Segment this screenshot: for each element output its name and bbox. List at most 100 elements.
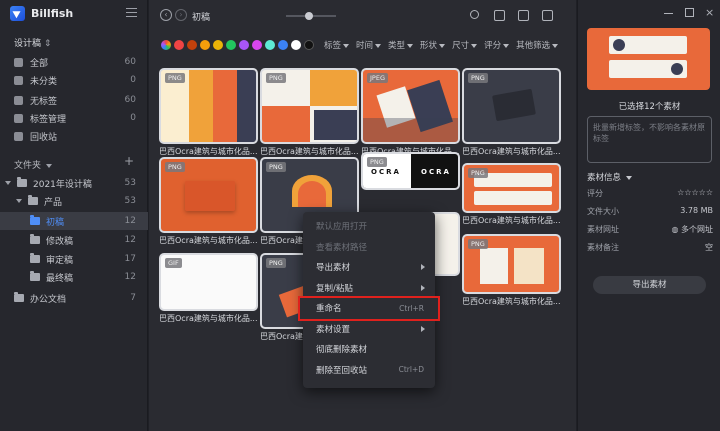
color-swatch[interactable] [187,40,197,50]
menu-item-export[interactable]: 导出素材 [303,257,435,278]
nav-item-trash[interactable]: 回收站 [0,127,148,145]
menu-item-delete-permanently[interactable]: 彻底删除素材 [303,339,435,360]
menu-item-view-path[interactable]: 查看素材路径 [303,237,435,258]
asset-card[interactable]: PNG 巴西Ocra建筑与城市化品... [260,68,359,157]
folder-approved[interactable]: 审定稿 17 [0,250,148,268]
info-row-rating: 评分 ☆☆☆☆☆ [587,188,713,199]
folder-label: 产品 [44,197,63,208]
minimize-icon[interactable] [664,8,673,14]
add-folder-button[interactable]: + [124,154,134,168]
asset-caption: 巴西Ocra建筑与城市化品... [260,147,359,156]
library-switcher[interactable]: 设计稿 ⇕ [14,36,51,49]
info-header[interactable]: 素材信息 [587,171,632,183]
folders-header[interactable]: 文件夹 [14,158,52,171]
menu-item-copy-paste[interactable]: 复制/粘贴 [303,278,435,299]
menu-icon[interactable] [126,8,137,17]
filter-other[interactable]: 其他筛选 [516,39,559,51]
folder-draft[interactable]: 初稿 12 [0,212,148,230]
filter-icon[interactable] [494,10,505,21]
filter-size[interactable]: 尺寸 [452,39,478,51]
color-swatch[interactable] [252,40,262,50]
export-button[interactable]: 导出素材 [593,276,706,294]
selection-count: 已选择12个素材 [618,102,681,112]
filter-time[interactable]: 时间 [356,39,382,51]
asset-thumbnail[interactable]: GIF [159,253,258,311]
asset-thumbnail[interactable]: JPEG [361,68,460,144]
info-row-filesize: 文件大小 3.78 MB [587,206,713,217]
filter-label: 形状 [420,41,438,51]
filter-rating[interactable]: 评分 [484,39,510,51]
color-swatch[interactable] [265,40,275,50]
filter-label: 评分 [484,41,502,51]
asset-card[interactable]: JPEG 巴西Ocra建筑与城市化品... [361,68,460,157]
zoom-slider[interactable] [286,12,336,20]
layout-icon[interactable] [518,10,529,21]
maximize-icon[interactable] [685,8,694,17]
folder-icon [30,271,40,281]
folder-final[interactable]: 最终稿 12 [0,268,148,286]
chevron-down-icon[interactable] [16,199,22,203]
format-badge: PNG [367,157,387,167]
filter-tag[interactable]: 标签 [324,39,350,51]
nav-item-all[interactable]: 全部 60 [0,53,148,71]
color-swatch[interactable] [239,40,249,50]
filter-type[interactable]: 类型 [388,39,414,51]
folder-count: 12 [124,216,136,226]
tag-input[interactable]: 批量新增标签，不影响各素材原标签 [587,116,712,163]
asset-card[interactable]: PNG 巴西Ocra建筑与城市化品... [159,157,258,246]
asset-card[interactable]: PNG 巴西Ocra建筑与城市化品... [462,68,561,157]
asset-thumbnail[interactable]: PNG [159,157,258,233]
forward-button[interactable]: › [175,9,187,21]
folder-office-docs[interactable]: 办公文档 7 [0,289,148,307]
close-icon[interactable]: × [705,7,714,18]
asset-thumbnail[interactable]: PNG [462,163,561,213]
asset-card[interactable]: PNG 巴西Ocra建筑与城市化品... [462,234,561,307]
asset-thumbnail[interactable]: PNG [462,68,561,144]
color-swatch[interactable] [174,40,184,50]
asset-thumbnail[interactable]: PNG [462,234,561,294]
info-value: 3.78 MB [680,206,713,215]
back-button[interactable]: ‹ [160,9,172,21]
menu-item-open-default[interactable]: 默认应用打开 [303,216,435,237]
folder-2021[interactable]: 2021年设计稿 53 [0,174,148,192]
zoom-slider-knob[interactable] [305,12,313,20]
nav-count: 0 [130,75,136,85]
search-icon[interactable] [470,10,479,19]
folder-count: 12 [124,272,136,282]
nav-item-untagged[interactable]: 无标签 60 [0,91,148,109]
asset-thumbnail[interactable]: PNG [260,68,359,144]
color-swatch[interactable] [304,40,314,50]
asset-card[interactable]: GIF 巴西Ocra建筑与城市化品... [159,253,258,324]
format-badge: PNG [468,73,488,83]
menu-item-asset-settings[interactable]: 素材设置 [303,319,435,340]
color-swatch[interactable] [226,40,236,50]
info-label: 文件大小 [587,207,619,216]
filter-shape[interactable]: 形状 [420,39,446,51]
color-swatch[interactable] [291,40,301,50]
asset-card[interactable]: PNG OCRA OCRA [361,152,460,190]
asset-thumbnail[interactable]: PNG OCRA OCRA [361,152,460,190]
asset-thumbnail[interactable]: PNG [159,68,258,144]
menu-label: 素材设置 [316,324,351,335]
rating-stars[interactable]: ☆☆☆☆☆ [677,188,713,199]
menu-label: 重命名 [316,304,342,315]
menu-label: 复制/粘贴 [316,283,353,294]
folder-product[interactable]: 产品 53 [0,192,148,210]
menu-item-rename[interactable]: 重命名 Ctrl+R [298,296,440,321]
tag-icon [14,113,23,123]
asset-card[interactable]: PNG 巴西Ocra建筑与城市化品... [462,163,561,226]
info-value[interactable]: 空 [705,242,713,253]
color-swatch[interactable] [213,40,223,50]
color-swatch[interactable] [200,40,210,50]
color-swatch[interactable] [278,40,288,50]
nav-item-tag-manage[interactable]: 标签管理 0 [0,109,148,127]
folders-title: 文件夹 [14,161,42,171]
menu-item-move-to-trash[interactable]: 删除至回收站 Ctrl+D [303,360,435,381]
chevron-down-icon[interactable] [5,181,11,185]
nav-item-unclassified[interactable]: 未分类 0 [0,71,148,89]
asset-card[interactable]: PNG 巴西Ocra建筑与城市化品... [159,68,258,157]
globe-icon: ◍ [671,225,681,234]
folder-revision[interactable]: 修改稿 12 [0,231,148,249]
shirt-icon[interactable] [542,10,553,21]
color-all-swatch[interactable] [161,40,171,50]
